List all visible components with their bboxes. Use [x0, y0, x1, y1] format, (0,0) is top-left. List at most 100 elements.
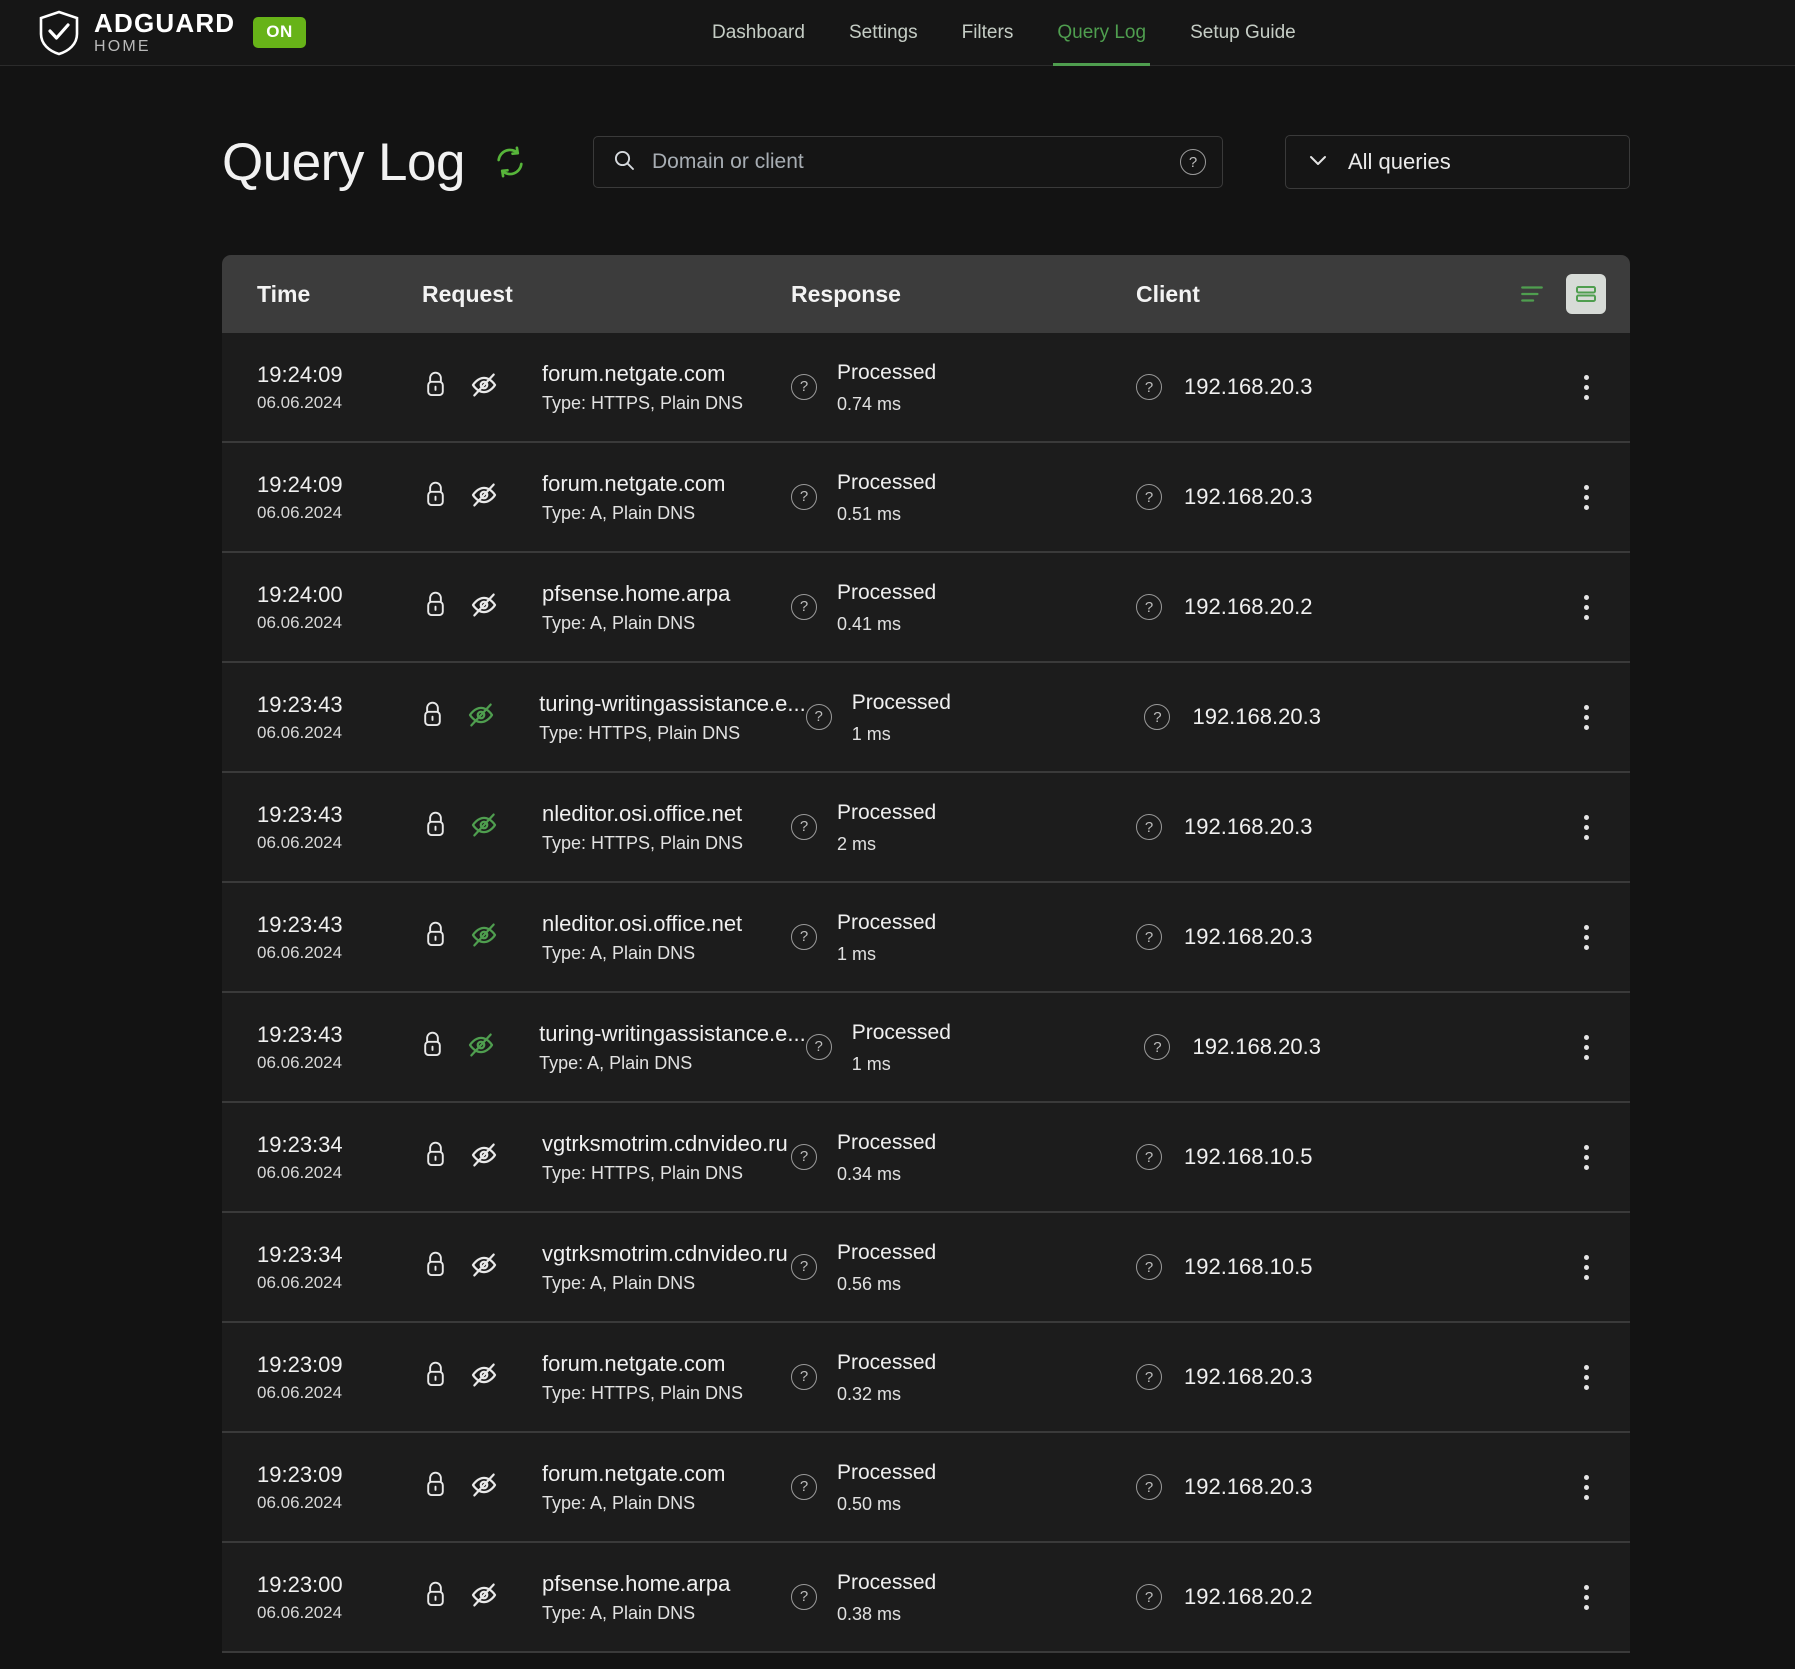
row-status: Processed [851, 690, 951, 714]
kebab-menu-icon[interactable] [1566, 587, 1606, 627]
row-type: Type: A, Plain DNS [542, 502, 696, 523]
row-time: 19:23:43 [257, 1022, 343, 1048]
kebab-menu-icon[interactable] [1566, 1137, 1606, 1177]
kebab-menu-icon[interactable] [1566, 1577, 1606, 1617]
column-header-time: Time [257, 280, 311, 307]
eye-off-icon [469, 590, 499, 625]
row-date: 06.06.2024 [257, 1602, 343, 1622]
cell-request: vgtrksmotrim.cdnvideo.ru Type: A, Plain … [417, 1240, 791, 1294]
row-time: 19:24:09 [257, 362, 343, 388]
client-help-icon[interactable]: ? [1144, 1034, 1171, 1060]
kebab-menu-icon[interactable] [1566, 1247, 1606, 1287]
row-time: 19:23:34 [257, 1242, 343, 1268]
table-row[interactable]: 19:24:09 06.06.2024 forum.netgate.com Ty… [222, 333, 1630, 443]
lock-icon [422, 920, 449, 955]
lock-icon [422, 810, 449, 845]
cell-client: ? 192.168.20.2 [1136, 594, 1536, 620]
row-date: 06.06.2024 [257, 1492, 343, 1512]
row-domain: pfsense.home.arpa [542, 1571, 731, 1597]
protection-status-badge[interactable]: ON [253, 17, 306, 48]
response-help-icon[interactable]: ? [805, 703, 832, 730]
refresh-icon[interactable] [493, 145, 527, 179]
response-help-icon[interactable]: ? [791, 1473, 817, 1500]
row-type: Type: A, Plain DNS [539, 1052, 693, 1073]
row-date: 06.06.2024 [257, 832, 343, 852]
row-status: Processed [837, 1130, 937, 1154]
cell-response: ? Processed 0.32 ms [791, 1349, 1136, 1405]
row-client-ip: 192.168.20.2 [1184, 594, 1313, 619]
kebab-menu-icon[interactable] [1566, 1467, 1606, 1507]
cell-request: nleditor.osi.office.net Type: HTTPS, Pla… [417, 800, 791, 854]
table-row[interactable]: 19:23:09 06.06.2024 forum.netgate.com Ty… [222, 1323, 1630, 1433]
table-row[interactable]: 19:23:43 06.06.2024 [222, 773, 1630, 883]
search-box[interactable]: ? [592, 136, 1223, 188]
response-help-icon[interactable]: ? [791, 483, 817, 510]
search-input[interactable] [651, 150, 1180, 174]
response-help-icon[interactable]: ? [791, 1583, 817, 1610]
cell-time: 19:24:09 06.06.2024 [222, 361, 417, 413]
kebab-menu-icon[interactable] [1566, 477, 1606, 517]
response-help-icon[interactable]: ? [791, 1253, 817, 1280]
kebab-menu-icon[interactable] [1566, 367, 1606, 407]
client-help-icon[interactable]: ? [1136, 374, 1162, 400]
response-help-icon[interactable]: ? [791, 593, 817, 620]
table-row[interactable]: 19:23:43 06.06.2024 [222, 663, 1630, 773]
nav-item-settings[interactable]: Settings [827, 0, 940, 66]
nav-item-query-log[interactable]: Query Log [1035, 0, 1168, 66]
client-help-icon[interactable]: ? [1136, 1584, 1162, 1610]
table-row[interactable]: 19:24:00 06.06.2024 pfsense.home.arpa Ty… [222, 553, 1630, 663]
table-row[interactable]: 19:23:34 06.06.2024 vgtrksmotrim.cdnvide… [222, 1213, 1630, 1323]
nav-item-filters[interactable]: Filters [940, 0, 1036, 66]
kebab-menu-icon[interactable] [1566, 917, 1606, 957]
cell-client: ? 192.168.20.3 [1136, 374, 1536, 400]
cell-client: ? 192.168.20.3 [1136, 484, 1536, 510]
client-help-icon[interactable]: ? [1144, 704, 1171, 730]
detailed-view-icon[interactable] [1566, 274, 1606, 314]
table-row[interactable]: 19:24:09 06.06.2024 forum.netgate.com Ty… [222, 443, 1630, 553]
eye-off-icon [469, 1250, 499, 1285]
column-header-response: Response [791, 280, 901, 307]
kebab-menu-icon[interactable] [1566, 1027, 1606, 1067]
row-type: Type: HTTPS, Plain DNS [539, 722, 741, 743]
cell-time: 19:24:09 06.06.2024 [222, 471, 417, 523]
table-row[interactable]: 19:23:09 06.06.2024 forum.netgate.com Ty… [222, 1433, 1630, 1543]
row-domain: pfsense.home.arpa [542, 581, 731, 607]
client-help-icon[interactable]: ? [1136, 1254, 1162, 1280]
client-help-icon[interactable]: ? [1136, 1474, 1162, 1500]
row-time: 19:24:00 [257, 582, 343, 608]
eye-off-icon [466, 1030, 496, 1065]
client-help-icon[interactable]: ? [1136, 924, 1162, 950]
row-date: 06.06.2024 [257, 612, 343, 632]
kebab-menu-icon[interactable] [1566, 807, 1606, 847]
brand-logo[interactable]: ADGUARD HOME [0, 10, 235, 56]
nav-item-setup-guide[interactable]: Setup Guide [1168, 0, 1318, 66]
response-help-icon[interactable]: ? [791, 813, 817, 840]
compact-view-icon[interactable] [1512, 274, 1552, 314]
response-help-icon[interactable]: ? [791, 1143, 817, 1170]
table-row[interactable]: 19:23:34 06.06.2024 vgtrksmotrim.cdnvide… [222, 1103, 1630, 1213]
cell-time: 19:24:00 06.06.2024 [222, 581, 417, 633]
response-help-icon[interactable]: ? [791, 1363, 817, 1390]
query-filter-select[interactable]: All queries [1284, 135, 1630, 189]
row-type: Type: HTTPS, Plain DNS [542, 1162, 744, 1183]
search-help-icon[interactable]: ? [1179, 149, 1206, 175]
client-help-icon[interactable]: ? [1136, 1364, 1162, 1390]
client-help-icon[interactable]: ? [1136, 814, 1162, 840]
table-row[interactable]: 19:23:00 06.06.2024 pfsense.home.arpa Ty… [222, 1543, 1630, 1653]
row-elapsed: 0.38 ms [837, 1604, 902, 1625]
eye-off-icon [469, 370, 499, 405]
row-type: Type: A, Plain DNS [542, 1602, 696, 1623]
nav-item-dashboard[interactable]: Dashboard [690, 0, 827, 66]
client-help-icon[interactable]: ? [1136, 1144, 1162, 1170]
lock-icon [422, 370, 449, 405]
response-help-icon[interactable]: ? [805, 1033, 832, 1060]
response-help-icon[interactable]: ? [791, 923, 817, 950]
client-help-icon[interactable]: ? [1136, 594, 1162, 620]
response-help-icon[interactable]: ? [791, 373, 817, 400]
kebab-menu-icon[interactable] [1566, 1357, 1606, 1397]
table-row[interactable]: 19:23:43 06.06.2024 [222, 993, 1630, 1103]
lock-icon [422, 1470, 449, 1505]
kebab-menu-icon[interactable] [1566, 697, 1606, 737]
client-help-icon[interactable]: ? [1136, 484, 1162, 510]
table-row[interactable]: 19:23:43 06.06.2024 [222, 883, 1630, 993]
